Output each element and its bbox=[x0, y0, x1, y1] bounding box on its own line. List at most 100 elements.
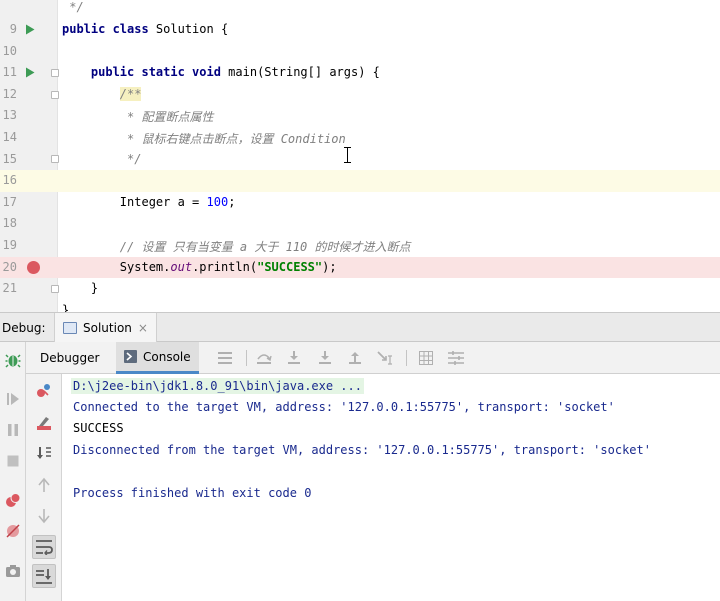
code-line[interactable]: 19 // 设置 只有当变量 a 大于 110 的时候才进入断点 bbox=[0, 235, 720, 257]
code-token: } bbox=[62, 281, 99, 296]
code-token: /** bbox=[119, 86, 142, 101]
clear-icon[interactable] bbox=[32, 411, 56, 435]
code-text: // 设置 只有当变量 a 大于 110 的时候才进入断点 bbox=[62, 238, 411, 255]
line-number: 9 bbox=[9, 22, 17, 36]
fold-marker-icon[interactable] bbox=[50, 278, 59, 300]
tab-console[interactable]: Console bbox=[116, 342, 199, 374]
breakpoint-line[interactable]: 20 System.out.println("SUCCESS"); bbox=[0, 256, 720, 279]
debug-session-tab[interactable]: Solution × bbox=[54, 313, 157, 342]
line-number: 19 bbox=[2, 238, 17, 252]
debug-title: Debug: bbox=[2, 321, 46, 335]
step-over-icon[interactable] bbox=[255, 349, 273, 367]
line-number: 14 bbox=[2, 130, 17, 144]
debug-tool-window-header: Debug: Solution × bbox=[0, 312, 720, 342]
step-into-icon[interactable] bbox=[285, 349, 303, 367]
breakpoint-icon[interactable] bbox=[26, 257, 40, 279]
code-token: Solution { bbox=[155, 22, 229, 36]
soft-wrap-icon[interactable] bbox=[32, 535, 56, 559]
code-text: */ bbox=[62, 152, 141, 166]
run-to-cursor-icon[interactable] bbox=[376, 349, 394, 367]
text-cursor-icon bbox=[344, 147, 351, 163]
code-line[interactable]: */ bbox=[0, 0, 720, 19]
console-icon bbox=[124, 350, 137, 363]
code-token: .println( bbox=[192, 259, 258, 274]
code-token: */ bbox=[62, 151, 142, 166]
view-breakpoints-icon[interactable] bbox=[3, 490, 23, 510]
step-out-icon[interactable] bbox=[346, 349, 364, 367]
current-line[interactable]: 16 bbox=[0, 170, 720, 192]
line-number: 17 bbox=[2, 194, 17, 209]
line-number: 12 bbox=[2, 86, 17, 101]
fold-marker-icon[interactable] bbox=[50, 62, 59, 84]
debug-tabs-row: Debugger Console bbox=[26, 342, 720, 374]
code-token: // 设置 只有当变量 a 大于 110 的时候才进入断点 bbox=[62, 240, 411, 254]
code-token: * 鼠标右键点击断点，设置 Condition bbox=[62, 132, 346, 146]
code-token: public static void bbox=[62, 65, 229, 80]
restore-layout-icon[interactable] bbox=[32, 379, 56, 403]
code-text: * 配置断点属性 bbox=[62, 108, 213, 125]
application-icon bbox=[63, 321, 77, 334]
code-line[interactable]: 21 } bbox=[0, 278, 720, 300]
scroll-to-end-icon[interactable] bbox=[32, 564, 56, 588]
code-line[interactable]: 10 bbox=[0, 41, 720, 63]
mute-breakpoints-icon[interactable] bbox=[3, 521, 23, 541]
code-line[interactable]: } bbox=[0, 300, 720, 312]
code-token: */ bbox=[62, 0, 84, 15]
code-line[interactable]: 11 public static void main(String[] args… bbox=[0, 62, 720, 84]
pause-icon[interactable] bbox=[3, 420, 23, 440]
up-arrow-icon[interactable] bbox=[32, 473, 56, 497]
code-token: 100 bbox=[206, 194, 229, 209]
line-number: 13 bbox=[2, 108, 17, 123]
toolbar-separator bbox=[406, 350, 407, 366]
code-token: * 配置断点属性 bbox=[62, 110, 214, 125]
code-line[interactable]: 12 /** bbox=[0, 84, 720, 106]
code-text: /** bbox=[62, 86, 142, 101]
down-arrow-icon[interactable] bbox=[32, 504, 56, 528]
close-icon[interactable]: × bbox=[138, 321, 148, 335]
tab-debugger-label: Debugger bbox=[40, 350, 100, 365]
line-number: 21 bbox=[2, 281, 17, 296]
code-text: System.out.println("SUCCESS"); bbox=[62, 260, 337, 274]
debug-left-toolbar bbox=[0, 342, 26, 601]
tab-debugger[interactable]: Debugger bbox=[32, 342, 107, 373]
line-number: 20 bbox=[2, 259, 17, 274]
code-line[interactable]: 15 */ bbox=[0, 149, 720, 171]
fold-marker-icon[interactable] bbox=[50, 149, 59, 171]
rerun-icon[interactable] bbox=[3, 389, 23, 409]
fold-marker-icon[interactable] bbox=[50, 84, 59, 106]
run-gutter-icon[interactable] bbox=[24, 19, 36, 41]
restore-layout-icon[interactable] bbox=[447, 349, 465, 367]
menu-icon[interactable] bbox=[216, 349, 234, 367]
stop-icon[interactable] bbox=[3, 451, 23, 471]
code-line[interactable]: 13 * 配置断点属性 bbox=[0, 105, 720, 127]
code-token: out bbox=[170, 259, 193, 274]
run-gutter-icon[interactable] bbox=[24, 62, 36, 84]
line-number: 15 bbox=[2, 151, 17, 166]
code-text: Integer a = 100; bbox=[62, 194, 236, 209]
force-step-into-icon[interactable] bbox=[316, 349, 334, 367]
code-editor[interactable]: */ 9 public class Solution {10 11 public st… bbox=[0, 0, 720, 312]
debug-bug-icon[interactable] bbox=[3, 350, 23, 370]
code-line[interactable]: 17 Integer a = 100; bbox=[0, 192, 720, 214]
code-token: public class bbox=[62, 22, 156, 36]
code-text: } bbox=[62, 303, 69, 312]
code-line[interactable]: 18 bbox=[0, 213, 720, 235]
console-side-toolbar bbox=[26, 374, 62, 601]
console-output[interactable]: D:\j2ee-bin\jdk1.8.0_91\bin\java.exe ...… bbox=[62, 374, 720, 601]
line-number: 18 bbox=[2, 216, 17, 231]
sort-icon[interactable] bbox=[32, 442, 56, 466]
code-token: System. bbox=[62, 259, 171, 274]
line-number: 11 bbox=[2, 65, 17, 80]
evaluate-icon[interactable] bbox=[417, 349, 435, 367]
code-line[interactable]: 14 * 鼠标右键点击断点，设置 Condition bbox=[0, 127, 720, 149]
line-number: 16 bbox=[2, 173, 17, 188]
code-token: ; bbox=[228, 194, 236, 209]
camera-icon[interactable] bbox=[3, 561, 23, 581]
code-line[interactable]: 9 public class Solution { bbox=[0, 19, 720, 41]
console-line: SUCCESS bbox=[73, 421, 124, 435]
code-token: } bbox=[62, 302, 70, 312]
console-line: Process finished with exit code 0 bbox=[73, 486, 312, 500]
tab-console-label: Console bbox=[143, 349, 191, 364]
console-line: Connected to the target VM, address: '12… bbox=[73, 400, 615, 414]
code-text: public class Solution { bbox=[62, 22, 228, 36]
